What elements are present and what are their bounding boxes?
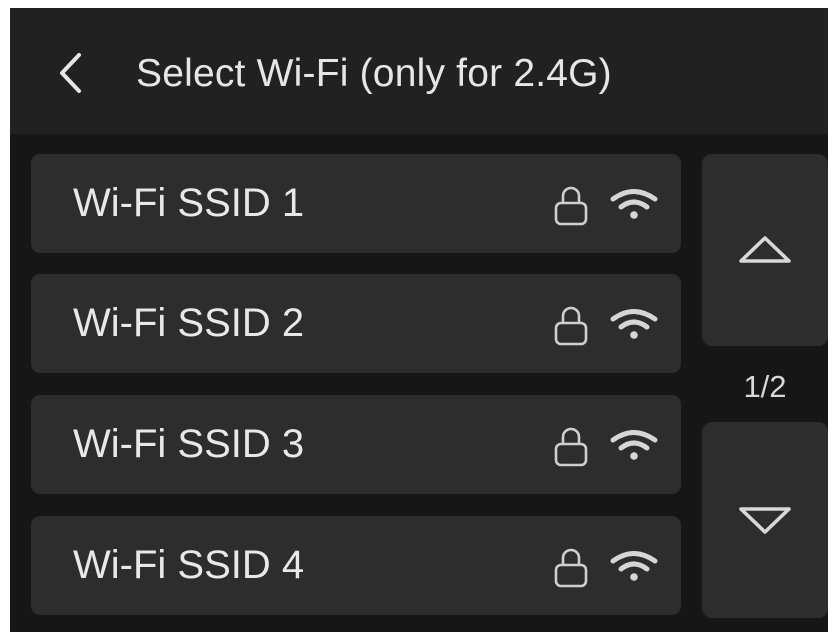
lock-icon <box>554 427 588 467</box>
wifi-signal-icon <box>610 551 658 581</box>
wifi-network-row-4[interactable]: Wi-Fi SSID 4 <box>31 516 681 615</box>
page-up-button[interactable] <box>702 154 828 346</box>
wifi-ssid-label: Wi-Fi SSID 4 <box>73 543 305 587</box>
wifi-network-row-2[interactable]: Wi-Fi SSID 2 <box>31 274 681 373</box>
wifi-network-row-3[interactable]: Wi-Fi SSID 3 <box>31 395 681 494</box>
page-title: Select Wi-Fi (only for 2.4G) <box>136 52 612 95</box>
wifi-signal-icon <box>610 430 658 460</box>
wifi-select-screen: Select Wi-Fi (only for 2.4G) Wi-Fi SSID … <box>10 8 828 632</box>
back-button[interactable] <box>48 46 92 100</box>
page-down-button[interactable] <box>702 422 828 618</box>
wifi-network-row-1[interactable]: Wi-Fi SSID 1 <box>31 154 681 253</box>
triangle-up-icon <box>739 236 791 263</box>
page-indicator: 1/2 <box>743 369 787 404</box>
lock-icon <box>554 548 588 588</box>
chevron-left-icon <box>60 53 81 93</box>
header-bar: Select Wi-Fi (only for 2.4G) <box>10 8 828 134</box>
lock-icon <box>554 306 588 346</box>
wifi-ssid-label: Wi-Fi SSID 3 <box>73 422 305 466</box>
wifi-ssid-label: Wi-Fi SSID 1 <box>73 181 305 225</box>
wifi-ssid-label: Wi-Fi SSID 2 <box>73 301 305 345</box>
wifi-signal-icon <box>610 189 658 219</box>
wifi-signal-icon <box>610 309 658 339</box>
triangle-down-icon <box>739 507 791 534</box>
lock-icon <box>554 186 588 226</box>
